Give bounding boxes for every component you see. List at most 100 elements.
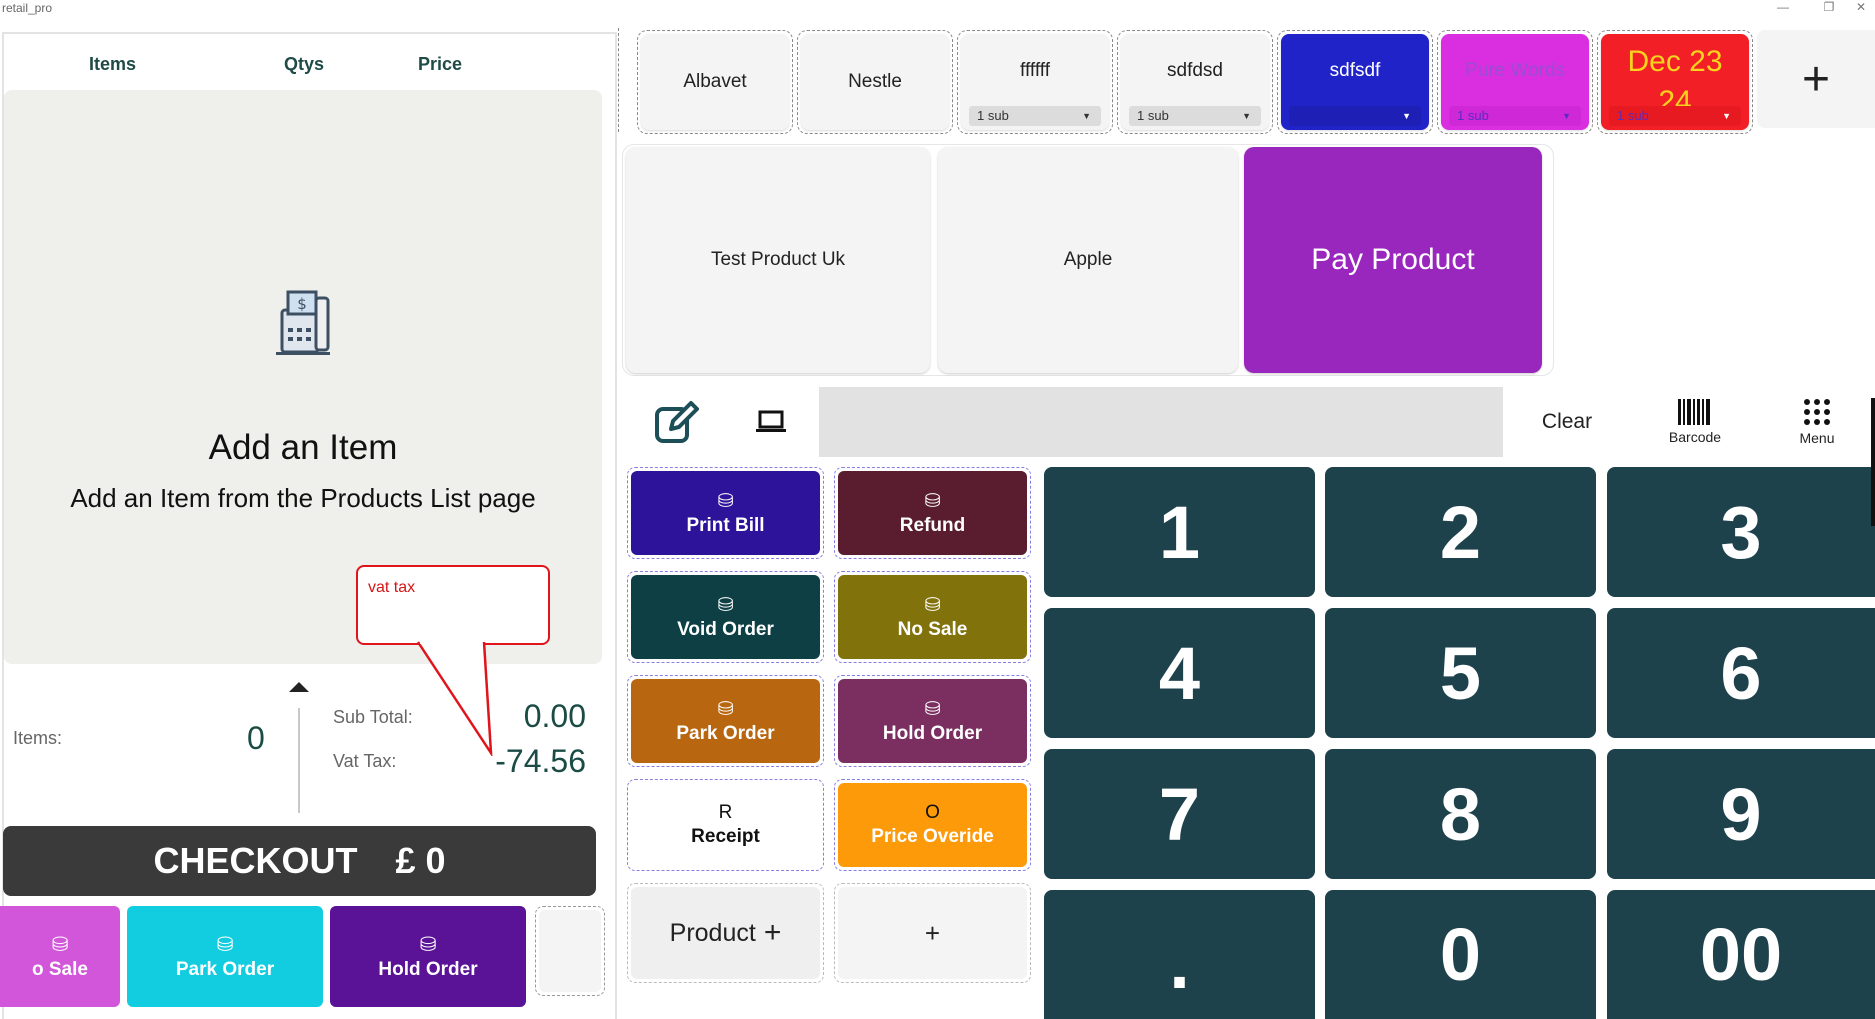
category-scroll-edge [618, 28, 622, 132]
coins-icon: ⛁ [924, 594, 941, 616]
subtotal-value: 0.00 [523, 698, 586, 734]
button-label: Receipt [691, 826, 760, 847]
empty-state-title: Add an Item [208, 428, 398, 467]
button-label: Park Order [175, 959, 275, 980]
category-tab-nestle[interactable]: Nestle [797, 30, 953, 134]
button-label: Hold Order [882, 722, 983, 744]
more-quick-button-slot[interactable] [535, 906, 605, 996]
category-label: sdfsdf [1329, 60, 1381, 81]
button-label: Product [669, 918, 756, 947]
coins-icon: ⛁ [924, 698, 941, 720]
category-tab-sdfdsd[interactable]: sdfdsd 1 sub ▼ [1117, 30, 1273, 134]
checkout-button[interactable]: CHECKOUT £ 0 [3, 826, 596, 896]
category-tab-pure-words[interactable]: Pure Words 1 sub ▼ [1437, 30, 1593, 134]
receipt-button[interactable]: R Receipt [627, 779, 824, 871]
app-title: retail_pro [2, 1, 53, 15]
subcategory-dropdown[interactable]: 1 sub ▼ [1129, 106, 1261, 126]
column-header-price: Price [418, 54, 463, 74]
menu-grid-icon [1804, 399, 1830, 425]
collapse-arrow-icon[interactable] [288, 681, 310, 693]
category-tab-dec-23-24[interactable]: Dec 23 24 1 sub ▼ [1597, 30, 1753, 134]
no-sale-quick-button[interactable]: ⛁ o Sale [0, 906, 120, 1007]
button-label: Park Order [676, 722, 775, 744]
add-product-button[interactable]: Product + [627, 883, 824, 983]
subcategory-dropdown[interactable]: 1 sub ▼ [1449, 106, 1581, 126]
numpad-key-5[interactable]: 5 [1325, 608, 1596, 738]
park-order-quick-button[interactable]: ⛁ Park Order [127, 906, 323, 1007]
category-tab-sdfsdf[interactable]: sdfsdf 1 sub ▼ [1277, 30, 1433, 134]
scrollbar-thumb[interactable] [1871, 398, 1875, 526]
numpad-key-2[interactable]: 2 [1325, 467, 1596, 597]
button-label: o Sale [32, 959, 88, 980]
items-count-value: 0 [247, 720, 265, 756]
refund-button[interactable]: ⛁ Refund [834, 467, 1031, 559]
category-label: Albavet [683, 71, 747, 92]
numpad-key-00[interactable]: 00 [1607, 890, 1875, 1019]
numpad-key-7[interactable]: 7 [1044, 749, 1315, 879]
button-label: Print Bill [686, 514, 765, 536]
add-action-button[interactable]: + [834, 883, 1031, 983]
category-label: Nestle [848, 71, 902, 92]
price-override-button[interactable]: O Price Overide [834, 779, 1031, 871]
numpad-key-8[interactable]: 8 [1325, 749, 1596, 879]
subcategory-dropdown[interactable]: 1 sub ▼ [1289, 106, 1421, 126]
coins-icon: ⛁ [924, 490, 941, 512]
barcode-input-field[interactable] [819, 387, 1503, 457]
column-header-items: Items [89, 54, 137, 74]
print-bill-button[interactable]: ⛁ Print Bill [627, 467, 824, 559]
vat-tax-callout: vat tax [356, 565, 550, 645]
coins-icon: ⛁ [717, 594, 734, 616]
edit-button[interactable] [638, 387, 714, 457]
numpad-key-6[interactable]: 6 [1607, 608, 1875, 738]
barcode-button[interactable]: Barcode [1631, 387, 1759, 457]
product-apple[interactable]: Apple [938, 147, 1238, 373]
button-label: Hold Order [378, 959, 478, 980]
svg-text:$: $ [297, 295, 307, 313]
product-test-product-uk[interactable]: Test Product Uk [626, 147, 930, 373]
subcategory-dropdown[interactable]: 1 sub ▼ [1609, 106, 1741, 126]
minimize-button[interactable]: — [1768, 0, 1798, 18]
numpad-key-4[interactable]: 4 [1044, 608, 1315, 738]
coins-icon: ⛁ [216, 934, 234, 956]
coins-icon: ⛁ [51, 934, 69, 956]
laptop-button[interactable] [738, 387, 804, 457]
numpad-key-3[interactable]: 3 [1607, 467, 1875, 597]
category-tab-albavet[interactable]: Albavet [637, 30, 793, 134]
checkout-amount: £ 0 [395, 840, 446, 881]
button-label: No Sale [897, 618, 968, 640]
checkout-label: CHECKOUT [153, 840, 358, 881]
park-order-button[interactable]: ⛁ Park Order [627, 675, 824, 767]
coins-icon: ⛁ [717, 490, 734, 512]
vat-tax-label: Vat Tax: [333, 751, 397, 771]
menu-label: Menu [1799, 430, 1835, 446]
button-label: Void Order [677, 618, 774, 640]
numpad-key-9[interactable]: 9 [1607, 749, 1875, 879]
category-label: Pure Words [1465, 60, 1565, 81]
button-label: Refund [899, 514, 966, 536]
category-label: sdfdsd [1167, 60, 1223, 81]
restore-button[interactable]: ❐ [1814, 0, 1844, 18]
receipt-glyph: R [718, 802, 733, 823]
add-category-button[interactable]: + [1757, 30, 1875, 128]
laptop-icon [756, 410, 786, 432]
numpad-key-0[interactable]: 0 [1325, 890, 1596, 1019]
plus-icon: + [924, 917, 941, 948]
numpad-key-decimal[interactable]: . [1044, 890, 1315, 1019]
product-pay-product[interactable]: Pay Product [1244, 147, 1542, 373]
callout-text: vat tax [368, 579, 416, 596]
close-button[interactable]: ✕ [1846, 0, 1875, 18]
hold-order-quick-button[interactable]: ⛁ Hold Order [330, 906, 526, 1007]
numpad-key-1[interactable]: 1 [1044, 467, 1315, 597]
menu-button[interactable]: Menu [1759, 387, 1875, 457]
button-label: Price Overide [871, 826, 994, 847]
vat-tax-value: -74.56 [495, 743, 586, 779]
clear-button[interactable]: Clear [1503, 387, 1631, 457]
plus-icon: + [1801, 52, 1831, 106]
no-sale-button[interactable]: ⛁ No Sale [834, 571, 1031, 663]
hold-order-button[interactable]: ⛁ Hold Order [834, 675, 1031, 767]
void-order-button[interactable]: ⛁ Void Order [627, 571, 824, 663]
barcode-label: Barcode [1668, 429, 1722, 445]
subcategory-dropdown[interactable]: 1 sub ▼ [969, 106, 1101, 126]
category-tab-ffffff[interactable]: ffffff 1 sub ▼ [957, 30, 1113, 134]
plus-icon: + [763, 916, 782, 949]
